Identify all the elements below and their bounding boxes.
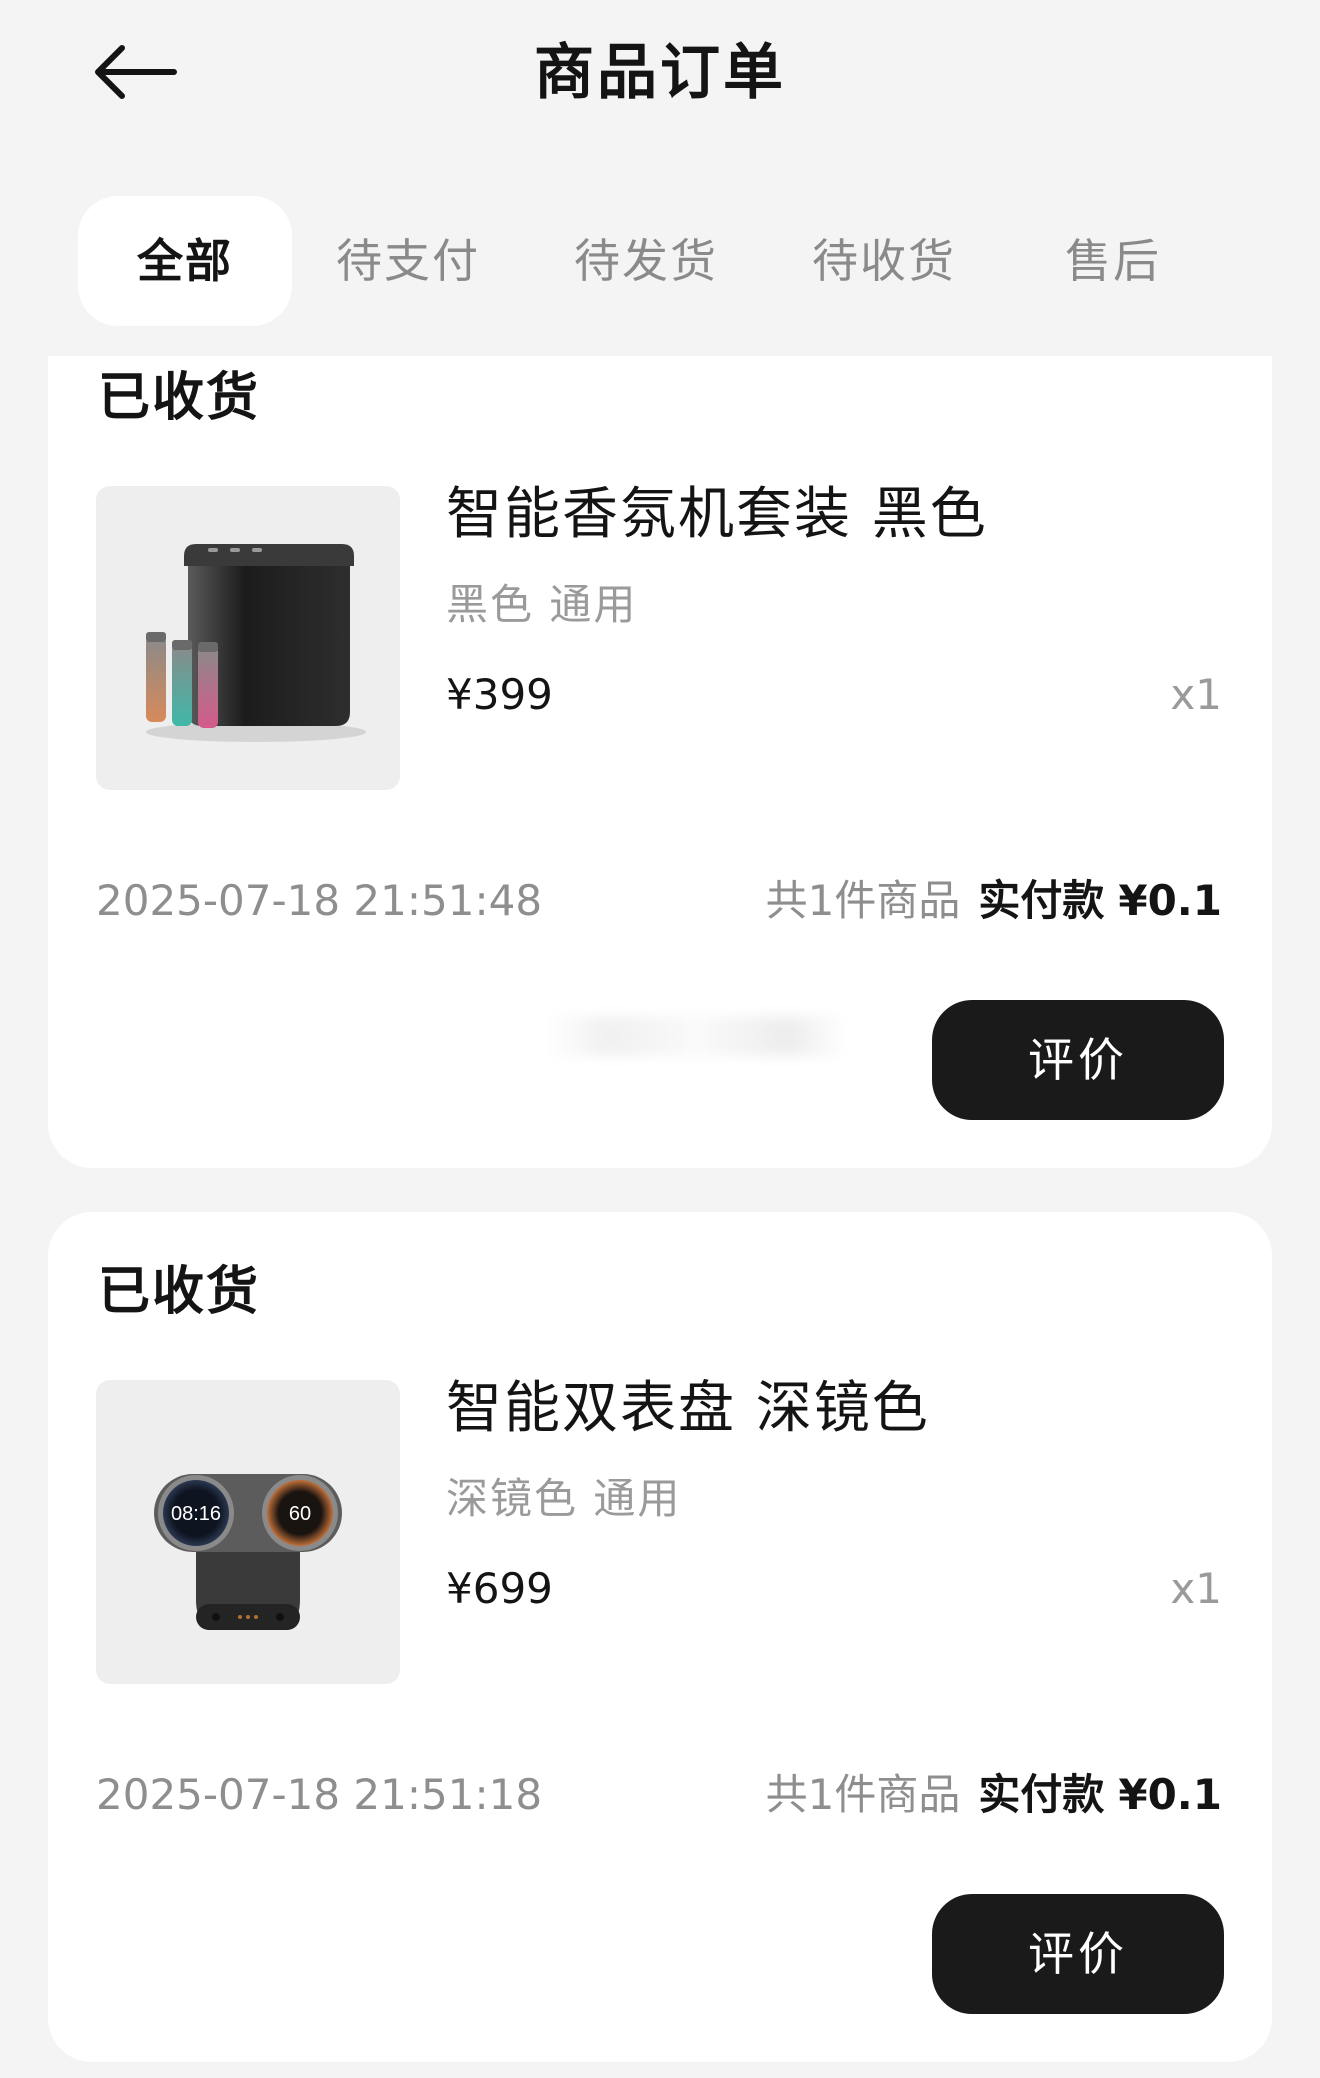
product-quantity: x1 <box>1170 670 1222 719</box>
product-spec: 深镜色 通用 <box>446 1474 682 1523</box>
order-card[interactable]: 已收货 <box>48 356 1272 1168</box>
tab-all[interactable]: 全部 <box>78 196 292 326</box>
blur-artifact <box>548 1016 848 1056</box>
order-time: 2025-07-18 21:51:48 <box>96 876 543 925</box>
item-count: 共1件商品 <box>765 1770 961 1819</box>
order-status: 已收货 <box>98 1262 261 1322</box>
item-count: 共1件商品 <box>765 876 961 925</box>
product-price: ¥699 <box>446 1564 553 1613</box>
tab-pending-receipt[interactable]: 待收货 <box>794 196 974 326</box>
review-button[interactable]: 评价 <box>932 1894 1224 2014</box>
order-card[interactable]: 已收货 <box>48 1212 1272 2062</box>
order-status: 已收货 <box>98 368 261 428</box>
product-price: ¥399 <box>446 670 553 719</box>
header-bar: 商品订单 <box>0 0 1320 150</box>
order-summary: 共1件商品 实付款 ¥0.1 <box>766 874 1222 928</box>
order-summary: 共1件商品 实付款 ¥0.1 <box>766 1768 1222 1822</box>
order-status-tabs: 全部 待支付 待发货 待收货 售后 <box>78 196 1278 326</box>
paid-amount: ¥0.1 <box>1118 876 1222 925</box>
dial-right-text: 60 <box>289 1503 311 1525</box>
product-image[interactable] <box>96 486 400 790</box>
dual-dial-display-image: 08:16 60 <box>154 1474 342 1630</box>
product-name[interactable]: 智能双表盘 深镜色 <box>446 1374 930 1444</box>
tab-pending-payment[interactable]: 待支付 <box>318 196 498 326</box>
paid-label: 实付款 <box>978 1770 1105 1819</box>
product-name[interactable]: 智能香氛机套装 黑色 <box>446 480 988 550</box>
product-image[interactable]: 08:16 60 <box>96 1380 400 1684</box>
paid-amount: ¥0.1 <box>1118 1770 1222 1819</box>
product-spec: 黑色 通用 <box>446 580 638 629</box>
paid-label: 实付款 <box>978 876 1105 925</box>
tab-pending-shipment[interactable]: 待发货 <box>556 196 736 326</box>
aroma-diffuser-set-image <box>146 544 366 742</box>
product-quantity: x1 <box>1170 1564 1222 1613</box>
order-page: 商品订单 全部 待支付 待发货 待收货 售后 已收货 智能香氛机套装 黑色 黑色… <box>0 0 1320 2078</box>
page-title: 商品订单 <box>534 38 786 108</box>
dial-left-text: 08:16 <box>171 1503 221 1525</box>
order-time: 2025-07-18 21:51:18 <box>96 1770 543 1819</box>
review-button[interactable]: 评价 <box>932 1000 1224 1120</box>
tab-after-sales[interactable]: 售后 <box>1038 196 1188 326</box>
